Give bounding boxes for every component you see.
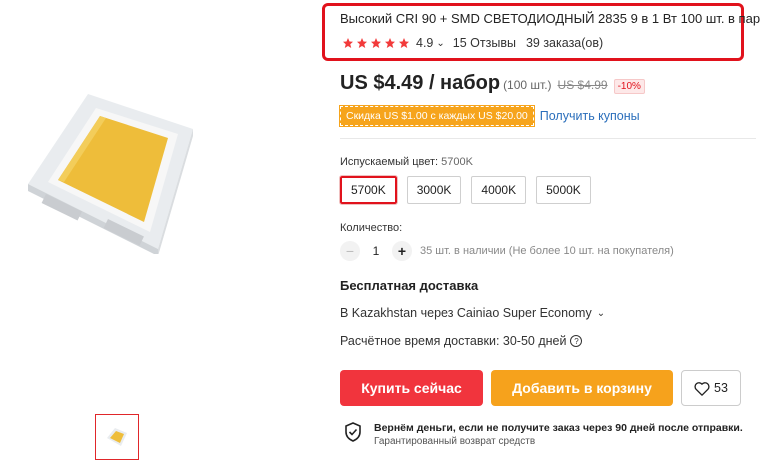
price-row: US $4.49 / набор (100 шт.) US $4.99 -10%	[340, 72, 645, 95]
orders-count: 39 заказа(ов)	[525, 36, 604, 50]
coupon-row: Скидка US $1.00 с каждых US $20.00 Получ…	[339, 105, 640, 127]
rating-value: 4.9	[416, 36, 434, 50]
stock-info: 35 шт. в наличии (Не более 10 шт. на пок…	[420, 245, 674, 257]
quantity-label: Количество:	[340, 222, 403, 234]
quantity-value[interactable]: 1	[360, 244, 392, 258]
reviews-link[interactable]: 15 Отзывы	[453, 36, 516, 50]
shipping-route: В Kazakhstan через Cainiao Super Economy	[340, 306, 592, 320]
buyer-protection: Вернём деньги, если не получите заказ че…	[344, 422, 743, 447]
wishlist-count: 53	[714, 381, 728, 395]
product-title: Высокий CRI 90 + SMD СВЕТОДИОДНЫЙ 2835 9…	[340, 11, 760, 26]
unit-count: (100 шт.)	[503, 78, 552, 92]
color-label-text: Испускаемый цвет:	[340, 156, 439, 168]
selected-color-value: 5700K	[441, 156, 473, 168]
rating-dropdown[interactable]: 4.9 ⌄	[416, 36, 445, 50]
increase-quantity-button[interactable]: +	[392, 241, 412, 261]
buy-now-button[interactable]: Купить сейчас	[340, 370, 483, 406]
star-icon	[357, 38, 367, 48]
color-option-5000k[interactable]: 5000K	[536, 176, 591, 204]
help-icon[interactable]: ?	[570, 335, 583, 347]
discount-badge: -10%	[613, 79, 645, 94]
product-info: Высокий CRI 90 + SMD СВЕТОДИОДНЫЙ 2835 9…	[322, 0, 760, 467]
delivery-time: Расчётное время доставки: 30-50 дней ?	[340, 334, 583, 348]
wishlist-button[interactable]: 53	[681, 370, 741, 406]
current-price: US $4.49 / набор	[340, 72, 501, 94]
thumbnail-1[interactable]	[95, 414, 139, 460]
product-image	[28, 94, 193, 254]
led-thumbnail-icon	[107, 428, 127, 446]
divider	[340, 138, 756, 139]
rating-stars	[342, 37, 410, 49]
delivery-time-text: Расчётное время доставки: 30-50 дней	[340, 334, 567, 348]
action-buttons: Купить сейчас Добавить в корзину 53	[340, 370, 741, 406]
star-icon	[399, 38, 409, 48]
chevron-down-icon: ⌄	[436, 37, 445, 49]
color-option-4000k[interactable]: 4000K	[471, 176, 527, 204]
shipping-title: Бесплатная доставка	[340, 278, 479, 293]
rating-row: 4.9 ⌄ 15 Отзывы 39 заказа(ов)	[342, 36, 603, 50]
color-option-3000k[interactable]: 3000K	[406, 176, 462, 204]
guarantee-line-2: Гарантированный возврат средств	[374, 436, 536, 447]
star-icon	[371, 38, 381, 48]
guarantee-text: Вернём деньги, если не получите заказ че…	[374, 422, 743, 447]
guarantee-line-1: Вернём деньги, если не получите заказ че…	[374, 422, 743, 434]
color-label: Испускаемый цвет: 5700K	[340, 156, 473, 168]
get-coupons-link[interactable]: Получить купоны	[540, 109, 640, 123]
star-icon	[343, 38, 353, 48]
heart-icon	[694, 381, 710, 396]
coupon-badge: Скидка US $1.00 с каждых US $20.00	[339, 105, 535, 127]
chevron-down-icon: ⌄	[596, 307, 606, 319]
add-to-cart-button[interactable]: Добавить в корзину	[491, 370, 673, 406]
color-option-5700k[interactable]: 5700K	[339, 175, 398, 205]
star-icon	[385, 38, 395, 48]
shipping-method-dropdown[interactable]: В Kazakhstan через Cainiao Super Economy…	[340, 306, 605, 320]
product-gallery	[0, 0, 330, 467]
shield-check-icon	[345, 422, 361, 442]
old-price: US $4.99	[557, 78, 608, 92]
color-options: 5700K 3000K 4000K 5000K	[339, 175, 591, 205]
decrease-quantity-button[interactable]: −	[340, 241, 360, 261]
quantity-stepper: − 1 + 35 шт. в наличии (Не более 10 шт. …	[340, 241, 674, 261]
